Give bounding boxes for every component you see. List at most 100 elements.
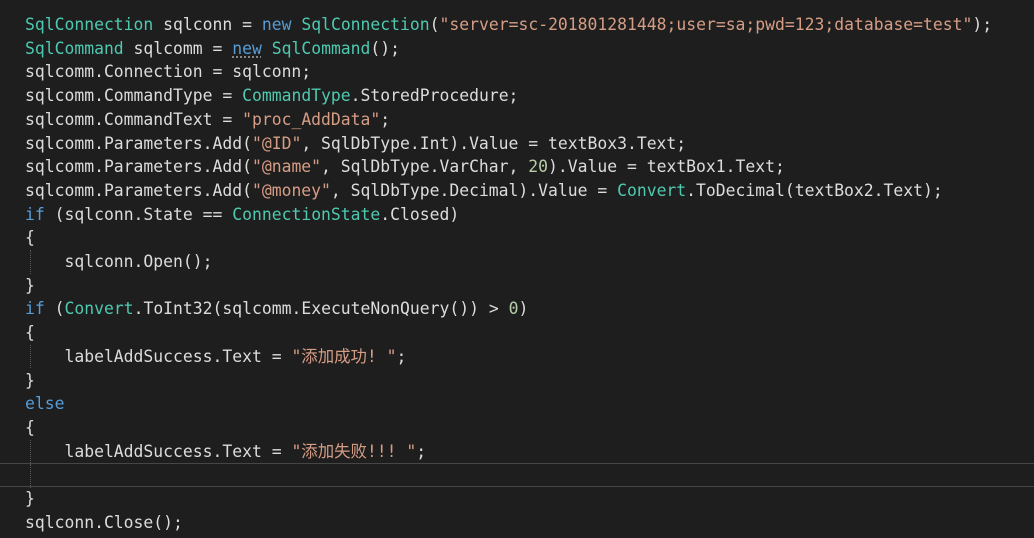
code-token: if <box>25 204 45 224</box>
code-token: ( <box>44 299 65 319</box>
code-line[interactable]: sqlconn.Open(); <box>0 250 1034 274</box>
code-token: "@ID" <box>251 133 302 153</box>
code-line[interactable]: if (Convert.ToInt32(sqlcomm.ExecuteNonQu… <box>0 297 1034 321</box>
code-token: , SqlDbType.Int).Value = textBox3.Text; <box>301 133 687 153</box>
code-token: ) <box>518 299 529 319</box>
code-text: sqlconn.Open(); <box>25 250 213 274</box>
code-token: 20 <box>528 157 549 177</box>
code-token: sqlcomm.CommandType = <box>25 86 243 106</box>
code-token: sqlcomm = <box>123 38 233 58</box>
code-token: ; <box>396 346 407 366</box>
code-text: sqlcomm.CommandText = "proc_AddData"; <box>25 108 390 132</box>
code-text: sqlcomm.Connection = sqlconn; <box>25 60 311 84</box>
code-line[interactable]: sqlcomm.CommandType = CommandType.Stored… <box>0 84 1034 108</box>
code-token: Convert <box>64 299 134 319</box>
code-token: new <box>232 38 262 58</box>
code-token: sqlconn = <box>153 15 262 34</box>
indent-guide <box>30 464 31 488</box>
code-text: { <box>25 321 35 345</box>
code-line[interactable]: SqlCommand sqlcomm = new SqlCommand(); <box>0 37 1034 61</box>
code-line[interactable]: } <box>0 487 1034 511</box>
code-token: sqlcomm.Parameters.Add( <box>25 157 252 177</box>
code-line[interactable]: SqlConnection sqlconn = new SqlConnectio… <box>0 13 1034 37</box>
code-line[interactable]: { <box>0 226 1034 250</box>
code-line[interactable]: { <box>0 416 1034 440</box>
code-token: else <box>25 394 65 414</box>
code-text: sqlcomm.Parameters.Add("@name", SqlDbTyp… <box>25 155 785 179</box>
code-token: sqlcomm.Connection = sqlconn; <box>25 62 312 82</box>
code-token: labelAddSuccess.Text = <box>25 441 292 461</box>
code-text: } <box>25 487 35 511</box>
code-token: sqlcomm.Parameters.Add( <box>25 133 252 153</box>
code-text: SqlConnection sqlconn = new SqlConnectio… <box>25 13 992 37</box>
code-token: ConnectionState <box>232 204 381 224</box>
code-token: , SqlDbType.VarChar, <box>321 157 529 177</box>
code-token: (); <box>370 38 401 58</box>
code-token: SqlConnection <box>301 15 430 34</box>
code-token: SqlConnection <box>25 15 154 34</box>
code-line[interactable]: labelAddSuccess.Text = "添加失败!!! "; <box>0 439 1034 464</box>
code-token: 0 <box>508 299 519 319</box>
code-token: "proc_AddData" <box>242 109 381 129</box>
code-text: if (sqlconn.State == ConnectionState.Clo… <box>25 203 459 227</box>
code-token: "@money" <box>251 180 331 200</box>
code-line[interactable]: labelAddSuccess.Text = "添加成功! "; <box>0 344 1034 369</box>
code-line[interactable] <box>0 463 1034 488</box>
code-token: ( <box>429 15 440 34</box>
code-token: .StoredProcedure; <box>350 86 519 106</box>
code-line[interactable]: sqlcomm.Parameters.Add("@name", SqlDbTyp… <box>0 155 1034 179</box>
code-text: if (Convert.ToInt32(sqlcomm.ExecuteNonQu… <box>25 297 528 321</box>
code-line[interactable]: sqlcomm.Parameters.Add("@ID", SqlDbType.… <box>0 132 1034 156</box>
code-line[interactable]: } <box>0 274 1034 298</box>
code-token: ; <box>380 109 391 129</box>
code-line[interactable]: sqlcomm.CommandText = "proc_AddData"; <box>0 108 1034 132</box>
code-token: .ToInt32(sqlcomm.ExecuteNonQuery()) > <box>133 299 509 319</box>
code-token: if <box>25 299 45 319</box>
code-text: labelAddSuccess.Text = "添加成功! "; <box>25 345 406 369</box>
code-token: CommandType <box>242 86 351 106</box>
code-token: new <box>261 15 292 34</box>
code-line[interactable]: { <box>0 321 1034 345</box>
code-line[interactable]: else <box>0 392 1034 416</box>
code-editor[interactable]: SqlConnection sqlconn = new SqlConnectio… <box>0 0 1034 538</box>
code-token: sqlconn.Open(); <box>25 252 213 271</box>
code-token: } <box>25 489 35 508</box>
code-token: Convert <box>617 180 687 200</box>
code-token: ).Value = textBox1.Text; <box>548 157 785 177</box>
code-text: } <box>25 369 35 393</box>
code-token: "添加失败!!! " <box>291 441 417 461</box>
code-text: { <box>25 416 35 440</box>
code-text: } <box>25 274 35 298</box>
code-token: sqlcomm.CommandText = <box>25 109 243 129</box>
code-token: sqlconn.Close(); <box>25 512 183 532</box>
code-token: "@name" <box>251 157 322 177</box>
code-token: "添加成功! " <box>291 346 397 366</box>
code-text: sqlcomm.CommandType = CommandType.Stored… <box>25 84 518 108</box>
code-token: .ToDecimal(textBox2.Text); <box>686 180 943 200</box>
code-token: { <box>25 417 35 437</box>
code-token: } <box>25 370 35 390</box>
code-line[interactable]: sqlconn.Close(); <box>0 511 1034 535</box>
code-line[interactable]: } <box>0 369 1034 393</box>
code-text: sqlconn.Close(); <box>25 511 183 535</box>
code-token: .Closed) <box>380 204 460 224</box>
code-token: sqlcomm.Parameters.Add( <box>25 180 252 200</box>
code-token: SqlCommand <box>25 38 124 58</box>
code-token: labelAddSuccess.Text = <box>25 346 292 366</box>
code-text: sqlcomm.Parameters.Add("@money", SqlDbTy… <box>25 179 943 203</box>
code-text: { <box>25 226 35 250</box>
code-text: else <box>25 392 64 416</box>
code-token: } <box>25 275 35 295</box>
code-token: { <box>25 323 35 343</box>
code-token: (sqlconn.State == <box>44 204 233 224</box>
code-line[interactable]: sqlcomm.Parameters.Add("@money", SqlDbTy… <box>0 179 1034 203</box>
code-token: "server=sc-201801281448;user=sa;pwd=123;… <box>439 15 973 34</box>
code-token: { <box>25 228 35 248</box>
code-line[interactable]: sqlcomm.Connection = sqlconn; <box>0 60 1034 84</box>
code-token: ; <box>416 441 427 461</box>
code-token: ); <box>972 15 993 34</box>
code-line[interactable]: if (sqlconn.State == ConnectionState.Clo… <box>0 203 1034 227</box>
code-token: SqlCommand <box>271 38 371 58</box>
